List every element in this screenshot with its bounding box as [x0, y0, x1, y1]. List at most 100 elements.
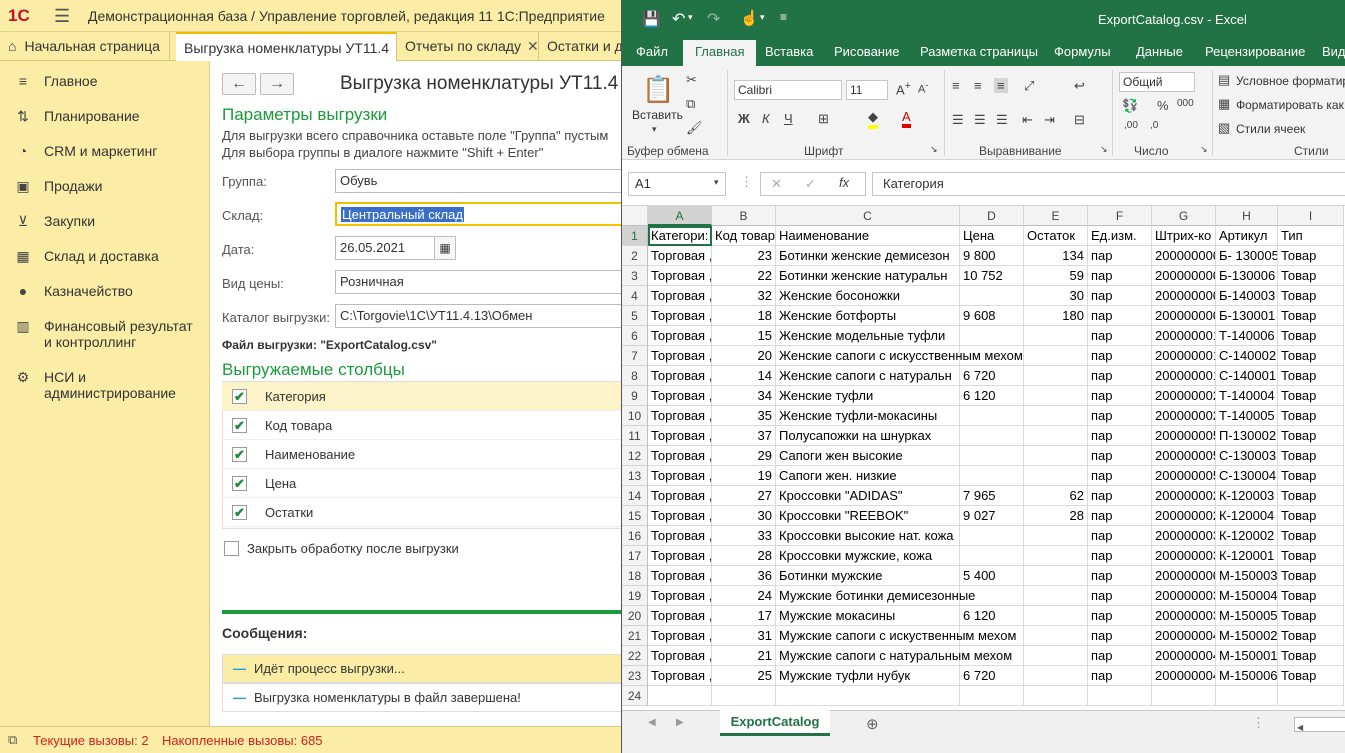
cell[interactable]	[1024, 406, 1088, 426]
cell[interactable]: 6 720	[960, 366, 1024, 386]
row-header[interactable]: 11	[622, 426, 648, 446]
cell[interactable]: С-130004	[1216, 466, 1278, 486]
cell[interactable]: 200000000	[1152, 246, 1216, 266]
cell[interactable]: 36	[712, 566, 776, 586]
cell[interactable]	[1024, 666, 1088, 686]
italic-icon[interactable]: К	[762, 111, 770, 126]
cell[interactable]	[1024, 586, 1088, 606]
cell[interactable]: Торговая ,	[648, 506, 712, 526]
name-box[interactable]: A1	[628, 172, 726, 196]
row-header[interactable]: 17	[622, 546, 648, 566]
enter-icon[interactable]: ✓	[805, 176, 816, 192]
cell[interactable]: 33	[712, 526, 776, 546]
cell[interactable]: Товар	[1278, 626, 1344, 646]
customize-qat-icon[interactable]: ≡	[780, 10, 787, 24]
cell[interactable]: Мужские сапоги с искуственным мехом	[776, 626, 1016, 646]
cell-styles-button[interactable]: Стили ячеек	[1236, 122, 1305, 136]
align-bottom-icon[interactable]: ≡	[994, 78, 1008, 93]
row-header[interactable]: 13	[622, 466, 648, 486]
borders-icon[interactable]: ⊞	[818, 111, 829, 127]
paste-button[interactable]: Вставить	[632, 108, 683, 122]
cell[interactable]	[1024, 686, 1088, 706]
row-header[interactable]: 6	[622, 326, 648, 346]
cell[interactable]: Товар	[1278, 386, 1344, 406]
row-header[interactable]: 5	[622, 306, 648, 326]
cell[interactable]: Торговая ,	[648, 366, 712, 386]
cell[interactable]: пар	[1088, 606, 1152, 626]
checkbox[interactable]: ✔	[232, 504, 247, 520]
row-header[interactable]: 23	[622, 666, 648, 686]
cell[interactable]: пар	[1088, 406, 1152, 426]
sidebar-item-admin[interactable]: ⚙ НСИ и администрирование	[0, 369, 210, 401]
chevron-down-icon[interactable]: ▾	[688, 12, 693, 23]
cell[interactable]	[960, 326, 1024, 346]
cell[interactable]	[960, 426, 1024, 446]
catalog-field[interactable]: C:\Torgovie\1C\УТ11.4.13\Обмен	[335, 304, 625, 328]
decrease-decimal-icon[interactable]: ,0	[1150, 120, 1158, 131]
cell[interactable]	[776, 686, 960, 706]
cell[interactable]	[1024, 466, 1088, 486]
close-after-option[interactable]: Закрыть обработку после выгрузки	[222, 541, 459, 556]
spreadsheet-grid[interactable]: A B C D E F G H I 1 Категори: Код товар Наименование…	[622, 206, 1345, 710]
ribbon-tab-insert[interactable]: Вставка	[765, 44, 813, 59]
cell[interactable]: Ботинки женские демисезон	[776, 246, 960, 266]
cell[interactable]: Б-130006	[1216, 266, 1278, 286]
decrease-indent-icon[interactable]: ⇤	[1022, 112, 1033, 128]
cell[interactable]: Торговая ,	[648, 566, 712, 586]
font-name-box[interactable]: Calibri	[734, 80, 842, 100]
sheet-tab[interactable]: ExportCatalog	[720, 710, 830, 736]
tab-stock[interactable]: Остатки и д	[539, 32, 621, 61]
cell[interactable]: Товар	[1278, 266, 1344, 286]
cell[interactable]: Торговая ,	[648, 446, 712, 466]
cell[interactable]: пар	[1088, 346, 1152, 366]
scroll-left-icon[interactable]: ◀	[1295, 723, 1303, 732]
column-row-code[interactable]: ✔ Код товара	[222, 411, 622, 440]
cell[interactable]: Товар	[1278, 246, 1344, 266]
cell[interactable]: 200000002	[1152, 506, 1216, 526]
cell[interactable]	[960, 686, 1024, 706]
cell[interactable]: Товар	[1278, 526, 1344, 546]
cell[interactable]: Торговая ,	[648, 526, 712, 546]
merge-center-icon[interactable]: ⊟	[1074, 112, 1085, 128]
cell[interactable]: 9 027	[960, 506, 1024, 526]
cell[interactable]: М-150005	[1216, 606, 1278, 626]
row-header[interactable]: 16	[622, 526, 648, 546]
row-header[interactable]: 15	[622, 506, 648, 526]
cell[interactable]: пар	[1088, 566, 1152, 586]
cell[interactable]: Полусапожки на шнурках	[776, 426, 960, 446]
cell[interactable]	[1024, 626, 1088, 646]
row-header[interactable]: 20	[622, 606, 648, 626]
cell[interactable]: Торговая ,	[648, 666, 712, 686]
undo-icon[interactable]: ↶	[672, 9, 685, 29]
cell[interactable]: пар	[1088, 506, 1152, 526]
cell[interactable]: Торговая ,	[648, 386, 712, 406]
cell[interactable]: пар	[1088, 306, 1152, 326]
cell[interactable]	[960, 466, 1024, 486]
row-header[interactable]: 7	[622, 346, 648, 366]
cell[interactable]: Торговая ,	[648, 406, 712, 426]
cell[interactable]: Женские туфли	[776, 386, 960, 406]
price-type-field[interactable]: Розничная	[335, 270, 625, 294]
cell[interactable]: Товар	[1278, 666, 1344, 686]
cell[interactable]: пар	[1088, 326, 1152, 346]
cell[interactable]: Мужские ботинки демисезонные	[776, 586, 975, 606]
cell[interactable]: пар	[1088, 246, 1152, 266]
cell[interactable]: 6 120	[960, 386, 1024, 406]
cell[interactable]	[1024, 526, 1088, 546]
checkbox[interactable]: ✔	[232, 388, 247, 404]
cell[interactable]: пар	[1088, 386, 1152, 406]
cell[interactable]: Кроссовки мужские, кожа	[776, 546, 960, 566]
cell[interactable]: 6 120	[960, 606, 1024, 626]
ribbon-tab-formulas[interactable]: Формулы	[1054, 44, 1111, 59]
cell[interactable]: Женские туфли-мокасины	[776, 406, 960, 426]
cell[interactable]: пар	[1088, 426, 1152, 446]
cell[interactable]: 200000003	[1152, 546, 1216, 566]
cell[interactable]: 31	[712, 626, 776, 646]
cell[interactable]: 19	[712, 466, 776, 486]
align-center-icon[interactable]: ☰	[974, 112, 986, 128]
row-header[interactable]: 14	[622, 486, 648, 506]
conditional-format-icon[interactable]: ▤	[1218, 72, 1230, 88]
cell[interactable]: Торговая ,	[648, 246, 712, 266]
cell[interactable]: пар	[1088, 446, 1152, 466]
cell[interactable]: Женские сапоги с искусственным мехом	[776, 346, 1023, 366]
